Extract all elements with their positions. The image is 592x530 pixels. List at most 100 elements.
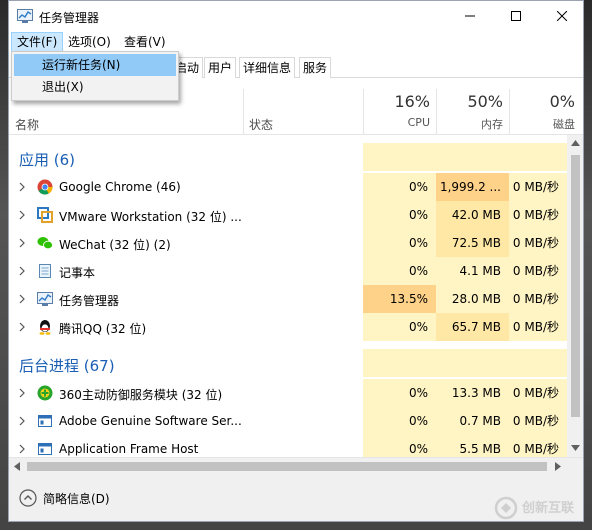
chevron-right-icon[interactable] (17, 181, 27, 193)
scroll-right-icon[interactable] (555, 462, 561, 471)
table-row[interactable]: 腾讯QQ (32 位) 0% 65.7 MB 0 MB/秒 (9, 313, 567, 341)
chevron-right-icon[interactable] (17, 265, 27, 277)
memory-cell: 0.7 MB (436, 407, 509, 435)
process-name: VMware Workstation (32 位) ... (59, 210, 242, 224)
column-disk[interactable]: 磁盘 (511, 116, 575, 132)
group-header-apps[interactable]: 应用 (6) (9, 143, 567, 171)
table-row[interactable]: WeChat (32 位) (2) 0% 72.5 MB 0 MB/秒 (9, 229, 567, 257)
cpu-cell: 0% (363, 229, 436, 257)
tab-users[interactable]: 用户 (204, 57, 237, 78)
table-row[interactable]: Google Chrome (46) 0% 1,999.2 ... 0 MB/秒 (9, 173, 567, 201)
vmware-icon (37, 207, 53, 223)
disk-total[interactable]: 0% (511, 92, 575, 111)
table-row[interactable]: 任务管理器 13.5% 28.0 MB 0 MB/秒 (9, 285, 567, 313)
memory-cell: 1,999.2 ... (436, 173, 509, 201)
cpu-cell: 0% (363, 313, 436, 341)
disk-cell: 0 MB/秒 (509, 435, 567, 457)
disk-cell (509, 349, 567, 377)
table-row[interactable]: Application Frame Host 0% 5.5 MB 0 MB/秒 (9, 435, 567, 457)
column-divider[interactable] (509, 89, 510, 135)
disk-cell: 0 MB/秒 (509, 407, 567, 435)
disk-cell: 0 MB/秒 (509, 201, 567, 229)
column-divider[interactable] (243, 89, 244, 135)
cpu-cell: 13.5% (363, 285, 436, 313)
memory-cell: 72.5 MB (436, 229, 509, 257)
menu-item-exit[interactable]: 退出(X) (14, 76, 176, 98)
fewer-details-link[interactable]: 简略信息(D) (43, 490, 110, 507)
app-window-icon (38, 415, 52, 427)
scrollbar-thumb[interactable] (571, 155, 580, 417)
menu-file[interactable]: 文件(F) (11, 32, 64, 52)
disk-cell: 0 MB/秒 (509, 285, 567, 313)
horizontal-scrollbar[interactable] (9, 457, 583, 474)
table-row[interactable]: VMware Workstation (32 位) ... 0% 42.0 MB… (9, 201, 567, 229)
column-name[interactable]: 名称 (15, 116, 39, 133)
minimize-icon (465, 15, 475, 17)
column-cpu[interactable]: CPU (365, 116, 430, 129)
cpu-total[interactable]: 16% (365, 92, 430, 111)
title-bar: 任务管理器 (9, 1, 583, 31)
chrome-icon (37, 179, 53, 195)
memory-cell: 4.1 MB (436, 257, 509, 285)
column-status[interactable]: 状态 (249, 116, 273, 133)
process-name: Google Chrome (46) (59, 180, 181, 194)
chevron-right-icon[interactable] (17, 293, 27, 305)
process-name: 记事本 (59, 266, 96, 280)
scroll-down-icon[interactable] (571, 445, 580, 451)
table-row[interactable]: Adobe Genuine Software Ser... 0% 0.7 MB … (9, 407, 567, 435)
cpu-cell (363, 143, 436, 171)
memory-cell: 28.0 MB (436, 285, 509, 313)
column-divider[interactable] (436, 89, 437, 135)
collapse-up-icon[interactable] (19, 489, 37, 507)
menu-view[interactable]: 查看(V) (119, 32, 171, 52)
memory-cell (436, 349, 509, 377)
maximize-button[interactable] (493, 1, 539, 31)
disk-cell: 0 MB/秒 (509, 173, 567, 201)
menu-options[interactable]: 选项(O) (63, 32, 116, 52)
disk-cell: 0 MB/秒 (509, 313, 567, 341)
memory-total[interactable]: 50% (438, 92, 503, 111)
process-name: Adobe Genuine Software Ser... (59, 414, 242, 428)
window-title: 任务管理器 (39, 11, 100, 25)
scroll-left-icon[interactable] (14, 462, 20, 471)
cpu-cell: 0% (363, 379, 436, 407)
process-name: 腾讯QQ (32 位) (59, 322, 147, 336)
memory-cell: 42.0 MB (436, 201, 509, 229)
qq-icon (39, 320, 51, 335)
cpu-cell: 0% (363, 435, 436, 457)
group-header-background[interactable]: 后台进程 (67) (9, 349, 567, 377)
disk-cell (509, 143, 567, 171)
disk-cell: 0 MB/秒 (509, 229, 567, 257)
column-divider[interactable] (363, 89, 364, 135)
vertical-scrollbar[interactable] (567, 135, 583, 457)
cpu-cell: 0% (363, 257, 436, 285)
cpu-cell: 0% (363, 201, 436, 229)
chevron-right-icon[interactable] (17, 321, 27, 333)
task-manager-icon (17, 9, 33, 23)
process-list: 应用 (6) Google Chrome (46) 0% 1,999.2 ...… (9, 135, 567, 457)
close-button[interactable] (539, 1, 583, 31)
360-icon (37, 385, 53, 401)
menu-item-run-new-task[interactable]: 运行新任务(N) (14, 54, 176, 76)
chevron-right-icon[interactable] (17, 443, 27, 455)
chevron-right-icon[interactable] (17, 415, 27, 427)
tab-details[interactable]: 详细信息 (239, 57, 296, 78)
cpu-cell: 0% (363, 173, 436, 201)
minimize-button[interactable] (447, 1, 493, 31)
process-name: 任务管理器 (59, 294, 120, 308)
app-window-icon (38, 443, 52, 455)
table-row[interactable]: 记事本 0% 4.1 MB 0 MB/秒 (9, 257, 567, 285)
scroll-up-icon[interactable] (571, 140, 580, 146)
column-memory[interactable]: 内存 (438, 116, 503, 132)
maximize-icon (511, 11, 521, 21)
chevron-right-icon[interactable] (17, 237, 27, 249)
table-row[interactable]: 360主动防御服务模块 (32 位) 0% 13.3 MB 0 MB/秒 (9, 379, 567, 407)
tab-services[interactable]: 服务 (299, 57, 332, 78)
wechat-icon (37, 237, 53, 250)
disk-cell: 0 MB/秒 (509, 379, 567, 407)
process-name: WeChat (32 位) (2) (59, 238, 171, 252)
chevron-right-icon[interactable] (17, 209, 27, 221)
scrollbar-thumb[interactable] (27, 462, 547, 471)
process-name: Application Frame Host (59, 442, 199, 456)
chevron-right-icon[interactable] (17, 387, 27, 399)
